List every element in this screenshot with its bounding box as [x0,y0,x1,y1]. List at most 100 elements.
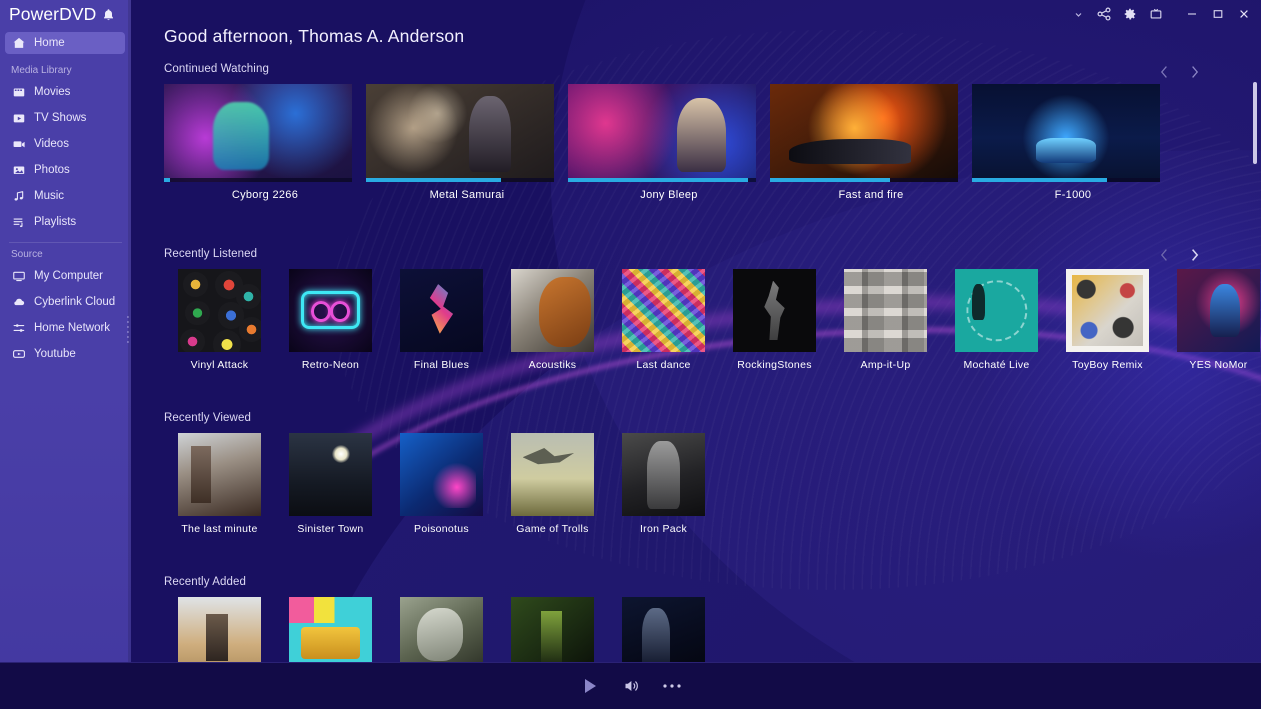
next-arrow-icon[interactable] [1187,246,1201,264]
prev-arrow-icon[interactable] [1157,246,1171,264]
continued-watching-row: Cyborg 2266Metal SamuraiJony BleepFast a… [164,84,1174,201]
play-button[interactable] [580,676,600,696]
media-tile[interactable]: Last dance [608,269,719,371]
sidebar-item-label: Photos [34,164,70,176]
sidebar-item-photos[interactable]: Photos [0,157,131,183]
tile-title: Fast and fire [770,189,972,201]
vertical-scrollbar[interactable] [1253,82,1257,164]
sidebar-item-movies[interactable]: Movies [0,79,131,105]
section-title: Recently Added [164,576,719,588]
thumbnail-art [511,269,594,352]
media-tile[interactable]: Poisonotus [386,433,497,535]
volume-button[interactable] [622,677,640,695]
sidebar-item-tv-shows[interactable]: TV Shows [0,105,131,131]
close-button[interactable] [1231,1,1257,27]
thumbnail-art [178,269,261,352]
tile-title: Acoustiks [497,359,608,371]
media-tile[interactable]: Fast and fire [770,84,972,201]
bell-icon[interactable] [102,8,115,22]
cloud-icon [11,295,26,310]
sidebar-item-videos[interactable]: Videos [0,131,131,157]
media-tile[interactable]: Vinyl Attack [164,269,275,371]
tile-thumbnail[interactable] [178,433,261,516]
sidebar-item-playlists[interactable]: Playlists [0,209,131,235]
tile-thumbnail[interactable] [366,84,554,182]
sidebar-item-music[interactable]: Music [0,183,131,209]
playlists-icon [11,215,26,230]
tile-thumbnail[interactable] [1177,269,1260,352]
media-tile[interactable]: Acoustiks [497,269,608,371]
thumbnail-art [770,84,958,182]
tile-thumbnail[interactable] [289,269,372,352]
sidebar-item-label: My Computer [34,270,103,282]
recently-listened-nav [1157,246,1201,264]
sidebar-item-my-computer[interactable]: My Computer [0,263,131,289]
tile-thumbnail[interactable] [955,269,1038,352]
videos-icon [11,137,26,152]
tile-title: The last minute [164,523,275,535]
tile-thumbnail[interactable] [972,84,1160,182]
sidebar-item-label: Youtube [34,348,76,360]
tile-title: Amp-it-Up [830,359,941,371]
section-title: Continued Watching [164,63,1174,75]
settings-gear-icon[interactable] [1117,1,1143,27]
minimize-button[interactable] [1179,1,1205,27]
media-tile[interactable]: The last minute [164,433,275,535]
sidebar-item-label: Playlists [34,216,76,228]
tile-title: Retro-Neon [275,359,386,371]
movies-icon [11,85,26,100]
thumbnail-art [400,269,483,352]
prev-arrow-icon[interactable] [1157,63,1171,81]
sidebar-item-label: Home Network [34,322,110,334]
media-tile[interactable]: RockingStones [719,269,830,371]
media-tile[interactable]: Final Blues [386,269,497,371]
media-tile[interactable]: F-1000 [972,84,1174,201]
media-tile[interactable]: Cyborg 2266 [164,84,366,201]
tile-thumbnail[interactable] [511,433,594,516]
sidebar-item-youtube[interactable]: Youtube [0,341,131,367]
sidebar-item-label: Home [34,37,65,49]
tile-thumbnail[interactable] [622,269,705,352]
thumbnail-art [400,433,483,516]
tile-thumbnail[interactable] [400,269,483,352]
tv-shows-icon [11,111,26,126]
tile-thumbnail[interactable] [622,433,705,516]
sidebar-item-cyberlink-cloud[interactable]: Cyberlink Cloud [0,289,131,315]
media-tile[interactable]: ToyBoy Remix [1052,269,1163,371]
music-note-icon [11,189,26,204]
tile-title: Metal Samurai [366,189,568,201]
section-recently-viewed: Recently Viewed The last minuteSinister … [164,412,719,535]
media-tile[interactable]: Amp-it-Up [830,269,941,371]
more-options-button[interactable] [662,683,682,689]
sidebar-item-home[interactable]: Home [5,32,125,54]
tile-thumbnail[interactable] [511,269,594,352]
dropdown-arrow-icon[interactable] [1065,1,1091,27]
home-icon [11,36,26,51]
media-tile[interactable]: Iron Pack [608,433,719,535]
media-tile[interactable]: Mochaté Live [941,269,1052,371]
sidebar-group-source: Source [0,249,131,260]
media-tile[interactable]: Jony Bleep [568,84,770,201]
next-arrow-icon[interactable] [1187,63,1201,81]
tile-thumbnail[interactable] [568,84,756,182]
tile-thumbnail[interactable] [733,269,816,352]
tile-thumbnail[interactable] [844,269,927,352]
media-tile[interactable]: Sinister Town [275,433,386,535]
recently-viewed-row: The last minuteSinister TownPoisonotusGa… [164,433,719,535]
cast-tv-icon[interactable] [1143,1,1169,27]
tile-thumbnail[interactable] [178,269,261,352]
tile-thumbnail[interactable] [1066,269,1149,352]
player-controls-bar [0,662,1261,709]
media-tile[interactable]: YES NoMor [1163,269,1261,371]
maximize-button[interactable] [1205,1,1231,27]
sidebar-item-home-network[interactable]: Home Network [0,315,131,341]
thumbnail-art [164,84,352,182]
tile-thumbnail[interactable] [164,84,352,182]
tile-thumbnail[interactable] [289,433,372,516]
media-tile[interactable]: Metal Samurai [366,84,568,201]
tile-thumbnail[interactable] [400,433,483,516]
share-icon[interactable] [1091,1,1117,27]
media-tile[interactable]: Retro-Neon [275,269,386,371]
media-tile[interactable]: Game of Trolls [497,433,608,535]
tile-thumbnail[interactable] [770,84,958,182]
